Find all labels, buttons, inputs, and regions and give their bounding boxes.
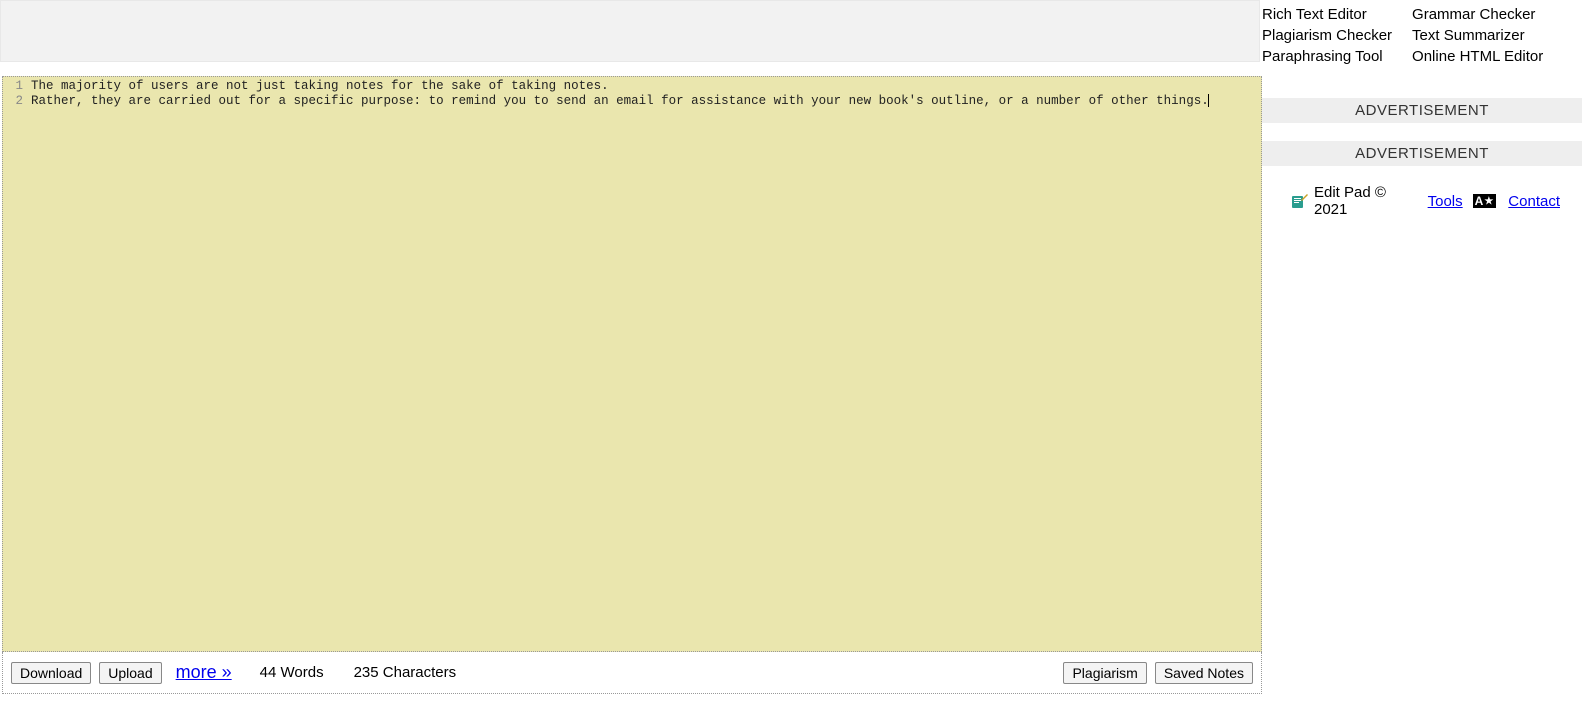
nav-grammar-checker[interactable]: Grammar Checker <box>1412 6 1543 25</box>
download-button[interactable]: Download <box>11 662 91 684</box>
header-nav-col-2: Grammar Checker Text Summarizer Online H… <box>1412 6 1543 66</box>
editor-line: The majority of users are not just takin… <box>31 79 1261 94</box>
top-banner-area <box>0 0 1260 62</box>
upload-button[interactable]: Upload <box>99 662 161 684</box>
language-badge-icon[interactable]: A★ <box>1473 194 1497 208</box>
editpad-logo-icon <box>1292 194 1308 208</box>
contact-link[interactable]: Contact <box>1508 193 1560 210</box>
header-nav-col-1: Rich Text Editor Plagiarism Checker Para… <box>1262 6 1392 66</box>
word-count: 44 Words <box>260 664 324 681</box>
text-editor[interactable]: 1 2 The majority of users are not just t… <box>2 76 1262 652</box>
line-number: 1 <box>3 79 23 94</box>
tools-link[interactable]: Tools <box>1428 193 1463 210</box>
copyright-text: Edit Pad © 2021 <box>1314 184 1422 218</box>
editor-line: Rather, they are carried out for a speci… <box>31 94 1261 109</box>
advertisement-box: ADVERTISEMENT <box>1262 98 1582 123</box>
sidebar-footer: Edit Pad © 2021 Tools A★ Contact <box>1262 184 1582 218</box>
bottom-toolbar: Download Upload more » 44 Words 235 Char… <box>2 652 1262 694</box>
line-number: 2 <box>3 94 23 109</box>
nav-rich-text-editor[interactable]: Rich Text Editor <box>1262 6 1392 25</box>
editor-content[interactable]: The majority of users are not just takin… <box>27 77 1261 651</box>
nav-paraphrasing-tool[interactable]: Paraphrasing Tool <box>1262 48 1392 67</box>
nav-online-html-editor[interactable]: Online HTML Editor <box>1412 48 1543 67</box>
character-count: 235 Characters <box>354 664 457 681</box>
advertisement-box: ADVERTISEMENT <box>1262 141 1582 166</box>
editor-line-gutter: 1 2 <box>3 77 27 651</box>
plagiarism-button[interactable]: Plagiarism <box>1063 662 1146 684</box>
text-cursor <box>1208 94 1209 107</box>
header-nav: Rich Text Editor Plagiarism Checker Para… <box>1262 6 1543 66</box>
more-link[interactable]: more » <box>176 662 232 683</box>
right-sidebar: ADVERTISEMENT ADVERTISEMENT Edit Pad © 2… <box>1262 76 1582 218</box>
nav-plagiarism-checker[interactable]: Plagiarism Checker <box>1262 27 1392 46</box>
saved-notes-button[interactable]: Saved Notes <box>1155 662 1253 684</box>
nav-text-summarizer[interactable]: Text Summarizer <box>1412 27 1543 46</box>
